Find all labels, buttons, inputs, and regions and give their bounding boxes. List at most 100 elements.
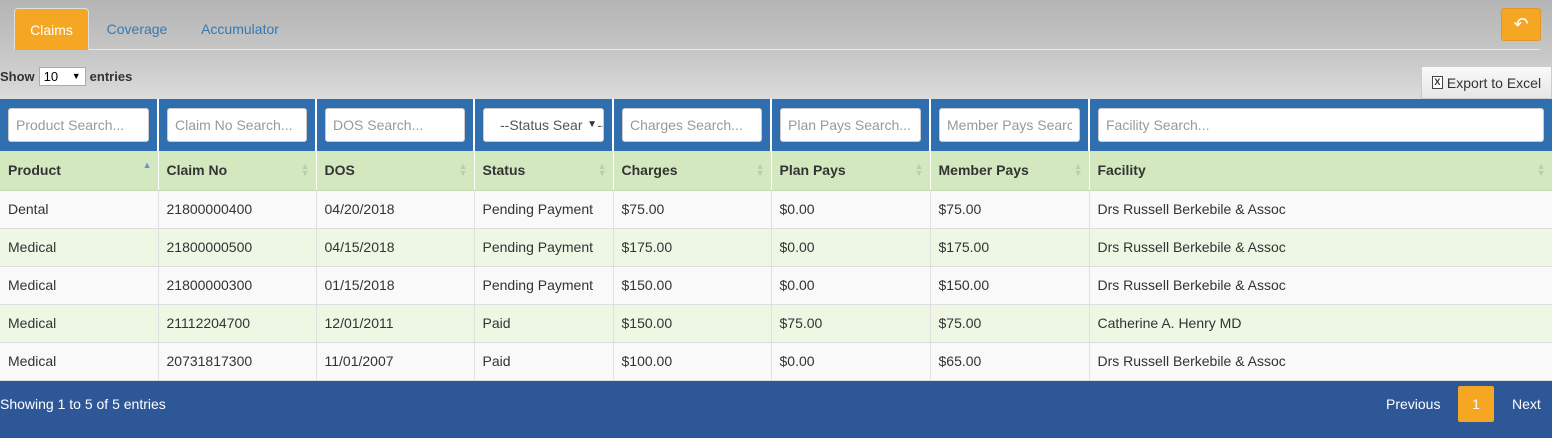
table-body: Dental 21800000400 04/20/2018 Pending Payme… bbox=[0, 190, 1552, 381]
column-header-charges[interactable]: Charges ▲ ▼ bbox=[613, 151, 772, 191]
table-cell: Dental bbox=[0, 190, 159, 229]
column-header-label: Plan Pays bbox=[779, 162, 846, 179]
table-cell: $75.00 bbox=[930, 304, 1090, 343]
table-cell: Medical bbox=[0, 266, 159, 305]
table-cell: Drs Russell Berkebile & Assoc bbox=[1089, 266, 1552, 305]
table-cell: $75.00 bbox=[930, 190, 1090, 229]
entries-per-page-value: 10 bbox=[43, 68, 59, 84]
column-header-plan-pays[interactable]: Plan Pays ▲ ▼ bbox=[771, 151, 931, 191]
table-cell: Paid bbox=[474, 304, 614, 343]
claims-table: --Status Search-- ▼ Product ▲ Claim No ▲▼ … bbox=[0, 99, 1552, 381]
status-search-select[interactable]: --Status Search-- ▼ bbox=[483, 108, 604, 142]
column-header-label: Status bbox=[482, 162, 526, 179]
column-header-label: Member Pays bbox=[938, 162, 1029, 179]
table-cell: $175.00 bbox=[613, 228, 772, 267]
table-cell: $75.00 bbox=[613, 190, 772, 229]
product-search-input[interactable] bbox=[8, 108, 149, 142]
column-header-label: Claim No bbox=[166, 162, 228, 179]
table-cell: $0.00 bbox=[771, 228, 931, 267]
table-cell: Pending Payment bbox=[474, 266, 614, 305]
sort-icon: ▲ ▼ bbox=[300, 161, 310, 178]
filter-row: --Status Search-- ▼ bbox=[0, 99, 1552, 151]
next-page-button[interactable]: Next bbox=[1512, 396, 1541, 412]
tab-bar: Claims Coverage Accumulator bbox=[14, 8, 1540, 50]
table-cell: Medical bbox=[0, 304, 159, 343]
sort-icon: ▲ ▼ bbox=[1073, 161, 1083, 178]
tab-claims[interactable]: Claims bbox=[14, 8, 89, 50]
table-cell: $75.00 bbox=[771, 304, 931, 343]
show-label: Show bbox=[0, 68, 35, 84]
column-header-label: DOS bbox=[324, 162, 355, 179]
table-cell: 21112204700 bbox=[158, 304, 317, 343]
excel-icon: X bbox=[1431, 76, 1443, 89]
table-cell: $150.00 bbox=[613, 304, 772, 343]
sort-icon: ▲ ▼ bbox=[1536, 161, 1546, 178]
table-cell: Paid bbox=[474, 342, 614, 381]
export-excel-button[interactable]: X Export to Excel bbox=[1421, 66, 1552, 99]
table-cell: 01/15/2018 bbox=[316, 266, 475, 305]
table-cell: Medical bbox=[0, 228, 159, 267]
sort-ascending-icon: ▲ bbox=[142, 160, 152, 170]
member-pays-search-input[interactable] bbox=[939, 108, 1080, 142]
dropdown-caret-icon: ▼ bbox=[71, 70, 81, 81]
page-1-button[interactable]: 1 bbox=[1458, 386, 1494, 422]
previous-page-button[interactable]: Previous bbox=[1386, 396, 1440, 412]
table-row[interactable]: Medical 21800000300 01/15/2018 Pending Paym… bbox=[0, 266, 1552, 305]
table-cell: 21800000500 bbox=[158, 228, 317, 267]
table-row[interactable]: Medical 21800000500 04/15/2018 Pending Paym… bbox=[0, 228, 1552, 267]
export-label: Export to Excel bbox=[1446, 74, 1542, 91]
column-header-member-pays[interactable]: Member Pays ▲ ▼ bbox=[930, 151, 1090, 191]
table-cell: 20731817300 bbox=[158, 342, 317, 381]
table-cell: Catherine A. Henry MD bbox=[1089, 304, 1552, 343]
dropdown-caret-icon: ▼ bbox=[583, 109, 597, 141]
tab-coverage[interactable]: Coverage bbox=[96, 8, 178, 50]
table-cell: 12/01/2011 bbox=[316, 304, 475, 343]
table-row[interactable]: Medical 21112204700 12/01/2011 Paid $150.00 $… bbox=[0, 304, 1552, 343]
table-cell: Pending Payment bbox=[474, 190, 614, 229]
column-header-status[interactable]: Status ▲ ▼ bbox=[474, 151, 614, 191]
sort-icon: ▲ ▼ bbox=[458, 161, 468, 178]
entries-info: Showing 1 to 5 of 5 entries bbox=[0, 396, 166, 412]
facility-search-input[interactable] bbox=[1098, 108, 1544, 142]
table-cell: Drs Russell Berkebile & Assoc bbox=[1089, 228, 1552, 267]
table-cell: Medical bbox=[0, 342, 159, 381]
table-row[interactable]: Dental 21800000400 04/20/2018 Pending Payme… bbox=[0, 190, 1552, 229]
claim-no-search-input[interactable] bbox=[167, 108, 307, 142]
table-cell: 21800000300 bbox=[158, 266, 317, 305]
plan-pays-search-input[interactable] bbox=[780, 108, 921, 142]
table-cell: Drs Russell Berkebile & Assoc bbox=[1089, 190, 1552, 229]
entries-length-control: Show 10 ▼ entries bbox=[0, 66, 132, 86]
table-cell: $175.00 bbox=[930, 228, 1090, 267]
table-cell: Pending Payment bbox=[474, 228, 614, 267]
back-button[interactable]: ↶ bbox=[1501, 8, 1541, 41]
column-header-dos[interactable]: DOS ▲ ▼ bbox=[316, 151, 475, 191]
sort-icon: ▲ ▼ bbox=[914, 161, 924, 178]
charges-search-input[interactable] bbox=[622, 108, 762, 142]
column-header-facility[interactable]: Facility ▲ ▼ bbox=[1089, 151, 1552, 191]
entries-per-page-select[interactable]: 10 ▼ bbox=[38, 66, 86, 86]
table-cell: $150.00 bbox=[930, 266, 1090, 305]
column-header-label: Facility bbox=[1097, 162, 1146, 179]
table-cell: $0.00 bbox=[771, 266, 931, 305]
table-cell: $0.00 bbox=[771, 190, 931, 229]
dos-search-input[interactable] bbox=[325, 108, 465, 142]
table-cell: $150.00 bbox=[613, 266, 772, 305]
column-header-label: Product bbox=[8, 162, 61, 179]
table-cell: 21800000400 bbox=[158, 190, 317, 229]
table-footer: Showing 1 to 5 of 5 entries Previous 1 N… bbox=[0, 381, 1552, 438]
reply-arrow-icon: ↶ bbox=[1513, 14, 1529, 34]
table-cell: 04/20/2018 bbox=[316, 190, 475, 229]
table-row[interactable]: Medical 20731817300 11/01/2007 Paid $100.00 $… bbox=[0, 342, 1552, 381]
column-header-claim-no[interactable]: Claim No ▲ ▼ bbox=[158, 151, 317, 191]
table-cell: $100.00 bbox=[613, 342, 772, 381]
table-cell: 11/01/2007 bbox=[316, 342, 475, 381]
header-row: Product ▲ Claim No ▲ ▼ DOS ▲ ▼ Status ▲ ▼ Charg… bbox=[0, 151, 1552, 191]
sort-icon: ▲ ▼ bbox=[597, 161, 607, 178]
column-header-product[interactable]: Product ▲ bbox=[0, 151, 159, 191]
tab-accumulator[interactable]: Accumulator bbox=[194, 8, 286, 50]
column-header-label: Charges bbox=[621, 162, 678, 179]
sort-icon: ▲ ▼ bbox=[755, 161, 765, 178]
table-cell: $0.00 bbox=[771, 342, 931, 381]
table-cell: Drs Russell Berkebile & Assoc bbox=[1089, 342, 1552, 381]
entries-label: entries bbox=[89, 68, 133, 84]
